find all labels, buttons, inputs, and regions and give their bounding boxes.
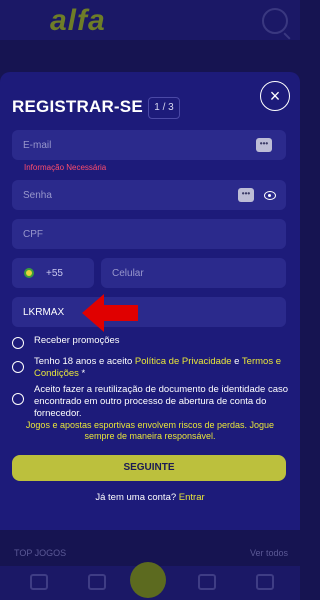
password-manager-icon[interactable]: ••• <box>238 188 254 202</box>
next-button[interactable]: SEGUINTE <box>12 455 286 481</box>
search-icon <box>262 8 288 34</box>
login-prompt-text: Já tem uma conta? <box>95 492 179 503</box>
nav-center-icon <box>130 562 166 598</box>
nav-sports-icon <box>88 574 106 590</box>
red-arrow-icon <box>82 294 138 332</box>
promotions-label: Receber promoções <box>34 335 120 346</box>
terms-and-text: e <box>231 356 242 367</box>
country-code-select[interactable]: +55 <box>12 258 94 288</box>
modal-title: REGISTRAR-SE <box>12 97 143 116</box>
terms-checkbox[interactable] <box>12 361 24 373</box>
password-placeholder: Senha <box>23 190 52 201</box>
email-placeholder: E-mail <box>23 140 52 151</box>
phone-placeholder: Celular <box>112 268 144 279</box>
close-button[interactable]: × <box>260 81 290 111</box>
terms-label: Tenho 18 anos e aceito Política de Priva… <box>34 356 290 380</box>
brand-logo: alfa <box>50 4 106 37</box>
privacy-policy-link[interactable]: Política de Privacidade <box>135 356 232 367</box>
promo-code-field[interactable]: LKRMAX <box>12 297 286 327</box>
nav-menu-icon <box>256 574 274 590</box>
top-games-label: TOP JOGOS <box>14 548 67 558</box>
background-header <box>0 0 300 40</box>
see-all-label: Ver todos <box>249 548 288 558</box>
promo-code-value: LKRMAX <box>23 307 65 318</box>
phone-field[interactable]: Celular <box>101 258 286 288</box>
terms-prefix: Tenho 18 anos e aceito <box>34 356 135 367</box>
promotions-checkbox[interactable] <box>12 337 24 349</box>
terms-required-mark: * <box>78 368 86 379</box>
show-password-icon[interactable] <box>264 191 276 200</box>
cpf-field[interactable]: CPF <box>12 219 286 249</box>
password-manager-icon[interactable]: ••• <box>256 138 272 152</box>
login-link[interactable]: Entrar <box>179 492 205 503</box>
cpf-placeholder: CPF <box>23 229 43 240</box>
country-code: +55 <box>46 268 63 279</box>
nav-home-icon <box>30 574 48 590</box>
responsible-gaming-warning: Jogos e apostas esportivas envolvem risc… <box>25 420 275 441</box>
email-error: Informação Necessária <box>24 163 107 172</box>
brazil-flag-icon <box>24 268 34 278</box>
nav-casino-icon <box>198 574 216 590</box>
close-icon: × <box>269 86 281 106</box>
bottom-navigation <box>0 562 300 600</box>
step-indicator: 1 / 3 <box>148 97 180 119</box>
login-prompt: Já tem uma conta? Entrar <box>0 492 300 503</box>
email-field[interactable]: E-mail ••• <box>12 130 286 160</box>
password-field[interactable]: Senha ••• <box>12 180 286 210</box>
reuse-label: Aceito fazer a reutilização de documento… <box>34 384 289 419</box>
reuse-checkbox[interactable] <box>12 393 24 405</box>
